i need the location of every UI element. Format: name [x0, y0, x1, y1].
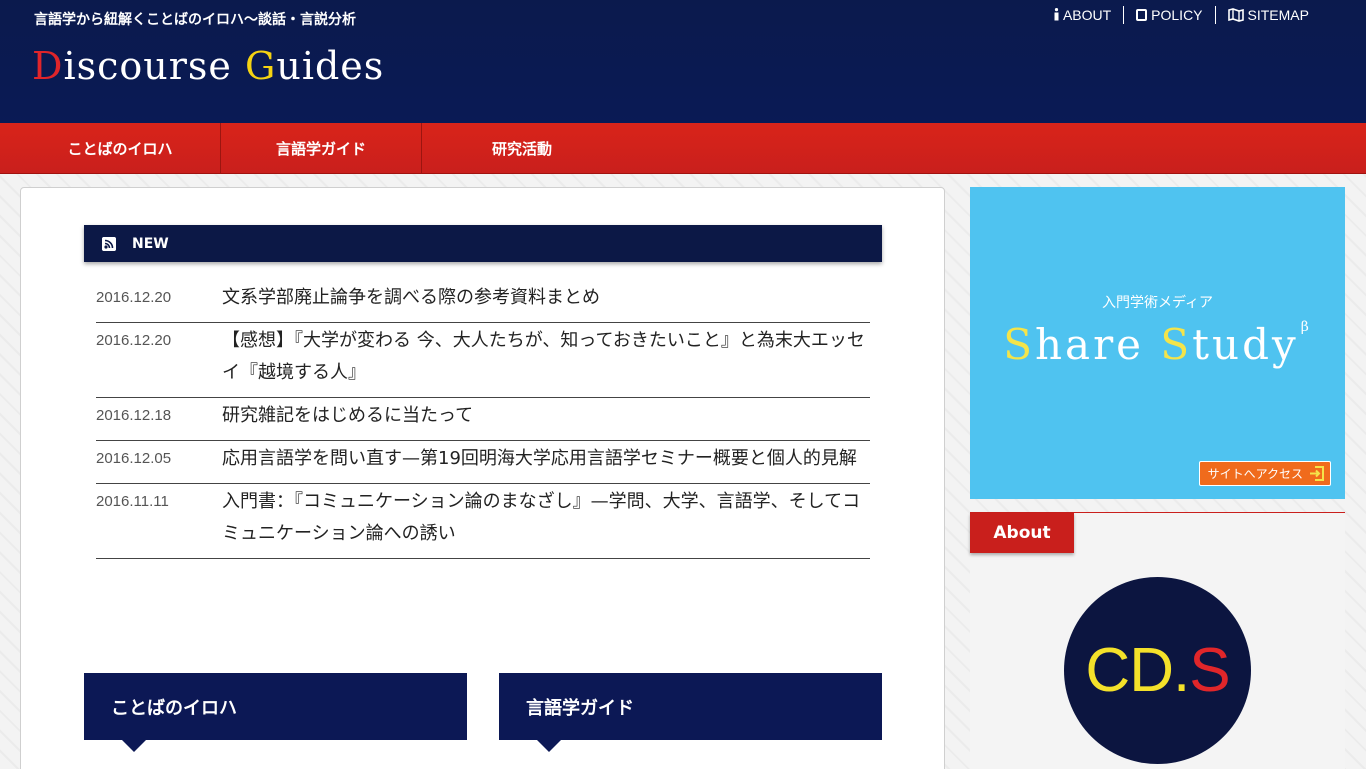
banner-title-beta: β: [1300, 319, 1312, 335]
news-date: 2016.12.20: [96, 332, 172, 349]
document-icon: [1136, 9, 1148, 21]
logo-text-1: iscourse: [63, 44, 245, 88]
about-widget: About CD.S: [970, 512, 1345, 769]
list-item[interactable]: 2016.12.20 文系学部廃止論争を調べる際の参考資料まとめ: [96, 280, 870, 323]
logo-letter-g: G: [245, 44, 277, 88]
avatar-s: S: [1189, 636, 1230, 705]
avatar-cd: CD: [1085, 636, 1174, 705]
list-item[interactable]: 2016.12.18 研究雑記をはじめるに当たって: [96, 398, 870, 441]
site-access-label: サイトへアクセス: [1207, 467, 1303, 481]
about-link[interactable]: ABOUT: [1041, 6, 1123, 24]
news-list: 2016.12.20 文系学部廃止論争を調べる際の参考資料まとめ 2016.12…: [96, 280, 870, 559]
list-item[interactable]: 2016.12.20 【感想】『大学が変わる 今、大人たちが、知っておきたいこと…: [96, 323, 870, 398]
news-date: 2016.12.18: [96, 407, 172, 424]
banner-title: Share Study β: [970, 319, 1345, 369]
avatar-logo: CD.S: [1085, 635, 1230, 706]
avatar: CD.S: [1064, 577, 1251, 764]
news-title-link[interactable]: 応用言語学を問い直す—第19回明海大学応用言語学セミナー概要と個人的見解: [222, 443, 857, 475]
sitemap-link[interactable]: SITEMAP: [1214, 6, 1321, 24]
logo-letter-d: D: [32, 44, 64, 88]
news-date: 2016.11.11: [96, 493, 169, 510]
list-item[interactable]: 2016.12.05 応用言語学を問い直す—第19回明海大学応用言語学セミナー概…: [96, 441, 870, 484]
site-access-button[interactable]: サイトへアクセス: [1198, 461, 1331, 486]
enter-icon: [1309, 466, 1324, 481]
banner-title-tudy: tudy: [1192, 320, 1299, 369]
about-link-label: ABOUT: [1062, 7, 1112, 23]
site-tagline: 言語学から紐解くことばのイロハ〜談話・言説分析: [34, 12, 356, 28]
new-heading-label: NEW: [132, 235, 169, 252]
banner-subtitle: 入門学術メディア: [1101, 295, 1214, 311]
logo-text-2: uides: [276, 44, 385, 88]
nav-item-kotoba[interactable]: ことばのイロハ: [20, 123, 220, 174]
news-date: 2016.12.05: [96, 450, 172, 467]
site-logo[interactable]: Discourse Guides: [32, 44, 384, 88]
list-item[interactable]: 2016.11.11 入門書：『コミュニケーション論のまなざし』—学問、大学、言…: [96, 484, 870, 559]
top-links: ABOUT POLICY SITEMAP: [1041, 6, 1321, 24]
news-title-link[interactable]: 文系学部廃止論争を調べる際の参考資料まとめ: [222, 282, 600, 314]
avatar-dot: .: [1172, 636, 1190, 705]
map-icon: [1227, 8, 1244, 22]
news-title-link[interactable]: 【感想】『大学が変わる 今、大人たちが、知っておきたいこと』と為末大エッセイ『越…: [222, 325, 870, 389]
site-header: 言語学から紐解くことばのイロハ〜談話・言説分析 Discourse Guides…: [0, 0, 1366, 123]
banner-title-hare: hare: [1034, 320, 1161, 369]
about-heading: About: [970, 513, 1074, 553]
banner-title-s2: S: [1160, 320, 1193, 369]
nav-item-linguistics-guide[interactable]: 言語学ガイド: [221, 123, 421, 174]
policy-link[interactable]: POLICY: [1123, 6, 1214, 24]
new-posts-heading: NEW: [84, 225, 882, 262]
main-content: NEW 2016.12.20 文系学部廃止論争を調べる際の参考資料まとめ 201…: [20, 187, 945, 769]
policy-link-label: POLICY: [1151, 7, 1203, 23]
news-title-link[interactable]: 入門書：『コミュニケーション論のまなざし』—学問、大学、言語学、そしてコミュニケ…: [222, 486, 870, 550]
nav-item-research[interactable]: 研究活動: [422, 123, 622, 174]
news-title-link[interactable]: 研究雑記をはじめるに当たって: [222, 400, 473, 432]
share-study-banner[interactable]: 入門学術メディア Share Study β サイトへアクセス: [970, 187, 1345, 499]
info-icon: [1053, 7, 1060, 23]
main-nav: ことばのイロハ 言語学ガイド 研究活動: [0, 123, 1366, 174]
news-date: 2016.12.20: [96, 289, 172, 306]
banner-title-s1: S: [1003, 320, 1035, 369]
rss-icon: [102, 236, 116, 251]
sitemap-link-label: SITEMAP: [1247, 7, 1309, 23]
category-linguistics-guide-heading[interactable]: 言語学ガイド: [499, 673, 882, 752]
category-kotoba-heading[interactable]: ことばのイロハ: [84, 673, 467, 752]
